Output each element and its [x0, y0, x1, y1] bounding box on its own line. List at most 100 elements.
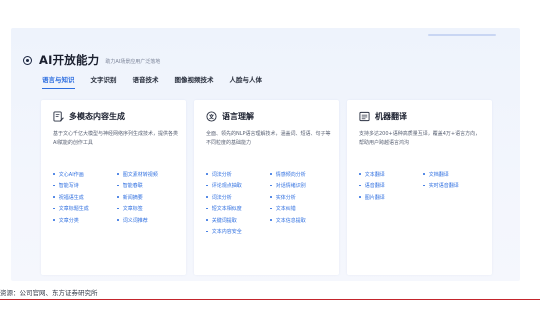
list-item[interactable]: 文本纠错: [270, 206, 334, 212]
bullet-icon: [206, 173, 208, 175]
list-item-label: 词义词推荐: [122, 217, 148, 224]
list-item[interactable]: 情感倾向分析: [270, 171, 334, 178]
bullet-icon: [270, 196, 272, 198]
list-item-label: 文心AI作画: [58, 171, 84, 178]
list-item[interactable]: 关键词提取: [206, 217, 270, 224]
list-item-label: 图文素材转视频: [122, 171, 158, 178]
bullet-icon: [359, 196, 361, 198]
list-item-label: 文章标签: [122, 206, 143, 212]
bullet-icon: [206, 230, 208, 233]
card-description: 基于文心千亿大模型与神经网络序列生成技术，提供各类AI赋能的创作工具: [53, 131, 179, 146]
card-header: 多模态内容生成: [53, 111, 125, 122]
list-item[interactable]: 祝福语生成: [53, 194, 117, 201]
list-item[interactable]: 新闻摘要: [117, 194, 181, 201]
list-item[interactable]: 文章标签: [117, 206, 181, 212]
bullet-icon: [206, 196, 208, 198]
list-item-label: 文本翻译: [364, 171, 385, 178]
card-description: 全面、领先的NLP语言理解技术，涵盖词、短语、句子等不同粒度的基础能力: [206, 131, 331, 146]
bullet-icon: [270, 184, 272, 187]
bullet-icon: [117, 219, 119, 221]
list-item-label: 文档翻译: [428, 171, 449, 178]
bullet-icon: [206, 207, 208, 210]
page-subtitle: 助力AI场景应用广泛落地: [105, 58, 161, 65]
list-item-label: 关键词提取: [211, 217, 237, 224]
source-caption: 资源：公司官网、东方证券研究所: [0, 289, 98, 297]
bullet-icon: [423, 184, 425, 187]
page-title: AI开放能力: [39, 53, 100, 67]
bullet-icon: [53, 219, 55, 221]
bullet-icon: [270, 173, 272, 175]
card-title: 多模态内容生成: [69, 112, 125, 121]
list-item-label: 实时语音翻译: [428, 183, 459, 189]
list-item[interactable]: 实体分析: [270, 194, 334, 201]
list-item[interactable]: 图片翻译: [359, 194, 423, 201]
card-description: 支持多达200+语种高质量互译，覆盖4万+语言方向，帮助用户跨越语言鸿沟: [359, 131, 481, 146]
card-header: 语言理解: [206, 111, 254, 122]
list-item-label: 文章标题生成: [58, 206, 89, 212]
section-header: AI开放能力 助力AI场景应用广泛落地: [23, 53, 160, 67]
machine-translation-icon: [359, 111, 370, 122]
list-item[interactable]: 文心AI作画: [53, 171, 117, 178]
capability-list: 文心AI作画 图文素材转视频 智能写诗 智能春联 祝福语生成 新闻摘要 文章标题…: [53, 171, 181, 224]
tab-speech[interactable]: 语音技术: [133, 74, 159, 84]
list-item[interactable]: 智能写诗: [53, 183, 117, 189]
card-machine-translation[interactable]: 机器翻译 支持多达200+语种高质量互译，覆盖4万+语言方向，帮助用户跨越语言鸿…: [347, 100, 492, 275]
bullet-icon: [359, 184, 361, 187]
list-item[interactable]: 短文本相似度: [206, 206, 270, 212]
list-item-label: 文本纠错: [275, 206, 296, 212]
card-multimodal-generation[interactable]: 多模态内容生成 基于文心千亿大模型与神经网络序列生成技术，提供各类AI赋能的创作…: [41, 100, 186, 275]
list-item[interactable]: 对话情绪识别: [270, 183, 334, 189]
list-item-label: 文本信息提取: [275, 217, 306, 224]
list-item-label: 智能写诗: [58, 183, 79, 189]
list-item-label: 情感倾向分析: [275, 171, 306, 178]
bullet-icon: [53, 173, 55, 175]
bullet-icon: [117, 184, 119, 187]
capability-list: 文本翻译 文档翻译 语音翻译 实时语音翻译 图片翻译: [359, 171, 487, 201]
bullet-icon: [117, 173, 119, 175]
card-title: 语言理解: [222, 112, 254, 121]
list-item-label: 文章分类: [58, 217, 79, 224]
list-item[interactable]: 词法分析: [206, 194, 270, 201]
translate-icon: [206, 111, 217, 122]
list-item[interactable]: 文章分类: [53, 217, 117, 224]
tab-bar: 语言与知识 文字识别 语音技术 图像视频技术 人脸与人体: [42, 74, 278, 89]
list-item[interactable]: 文本信息提取: [270, 217, 334, 224]
card-header: 机器翻译: [359, 111, 407, 122]
list-item[interactable]: 文本翻译: [359, 171, 423, 178]
bullet-icon: [270, 207, 272, 210]
list-item[interactable]: 文档翻译: [423, 171, 487, 178]
list-item[interactable]: 文本内容安全: [206, 229, 270, 235]
section-dot-icon: [23, 55, 32, 65]
tab-language-knowledge[interactable]: 语言与知识: [42, 74, 75, 89]
list-item[interactable]: 词法分析: [206, 171, 270, 178]
tab-face-body[interactable]: 人脸与人体: [230, 74, 263, 84]
document-edit-icon: [53, 111, 64, 122]
list-item-label: 实体分析: [275, 194, 296, 201]
bullet-icon: [117, 196, 119, 198]
list-item-label: 对话情绪识别: [275, 183, 306, 189]
bullet-icon: [423, 173, 425, 175]
list-item-label: 祝福语生成: [58, 194, 84, 201]
card-title: 机器翻译: [375, 112, 407, 121]
bullet-icon: [359, 173, 361, 175]
bullet-icon: [117, 207, 119, 210]
bullet-icon: [53, 196, 55, 198]
card-language-understanding[interactable]: 语言理解 全面、领先的NLP语言理解技术，涵盖词、短语、句子等不同粒度的基础能力…: [194, 100, 339, 275]
bullet-icon: [270, 219, 272, 221]
list-item-label: 文本内容安全: [211, 229, 242, 235]
list-item-label: 词法分析: [211, 171, 232, 178]
list-item[interactable]: 文章标题生成: [53, 206, 117, 212]
tab-image-video[interactable]: 图像视频技术: [175, 74, 214, 84]
footer-divider: [0, 299, 540, 300]
list-item[interactable]: 智能春联: [117, 183, 181, 189]
list-item-label: 语音翻译: [364, 183, 385, 189]
list-item[interactable]: 图文素材转视频: [117, 171, 181, 178]
list-item[interactable]: 评论观点抽取: [206, 183, 270, 189]
bullet-icon: [206, 219, 208, 221]
list-item[interactable]: 词义词推荐: [117, 217, 181, 224]
list-item-label: 短文本相似度: [211, 206, 242, 212]
list-item[interactable]: 实时语音翻译: [423, 183, 487, 189]
tab-ocr[interactable]: 文字识别: [91, 74, 117, 84]
list-item[interactable]: 语音翻译: [359, 183, 423, 189]
list-item-label: 新闻摘要: [122, 194, 143, 201]
